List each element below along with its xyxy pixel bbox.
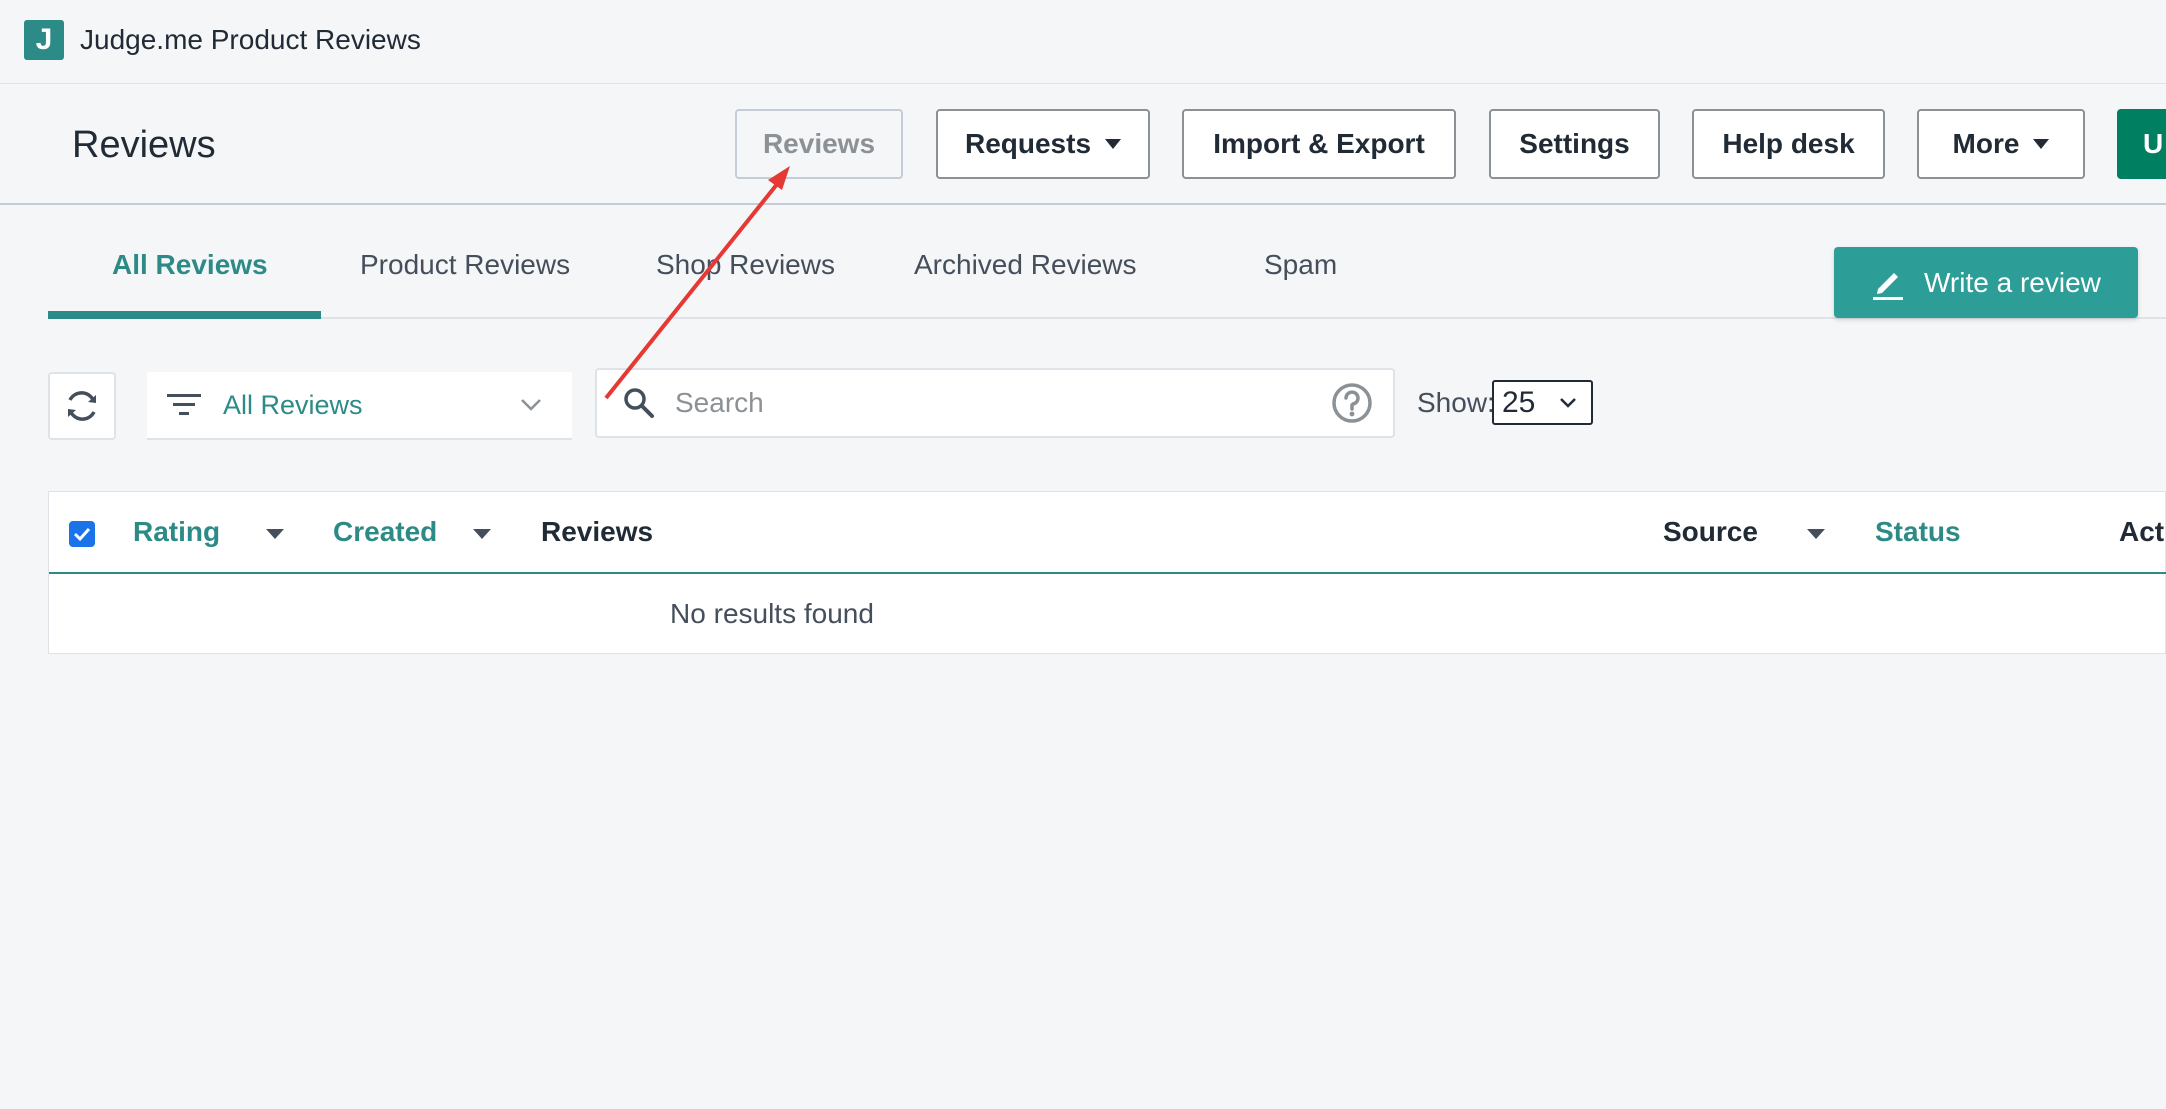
filter-icon	[167, 394, 201, 415]
tab-spam[interactable]: Spam	[1264, 249, 1337, 281]
tab-all-reviews[interactable]: All Reviews	[112, 249, 268, 281]
refresh-icon	[68, 391, 96, 421]
write-review-button[interactable]: Write a review	[1834, 247, 2138, 318]
help-desk-button-label: Help desk	[1722, 128, 1855, 159]
reviews-table: Rating Created Reviews Source Status Act…	[48, 491, 2166, 654]
more-button-label: More	[1952, 128, 2020, 159]
page-title: Reviews	[72, 124, 216, 166]
reviews-filter-select[interactable]: All Reviews	[147, 372, 572, 440]
settings-button[interactable]: Settings	[1489, 109, 1660, 179]
caret-down-icon	[2033, 139, 2050, 149]
help-icon[interactable]	[1331, 382, 1373, 424]
column-status[interactable]: Status	[1875, 516, 1961, 548]
write-review-label: Write a review	[1924, 266, 2101, 298]
chevron-down-icon	[521, 399, 541, 411]
pencil-icon	[1873, 272, 1903, 300]
requests-button-label: Requests	[964, 128, 1092, 159]
reviews-button[interactable]: Reviews	[735, 109, 903, 179]
page-header: Reviews Reviews Requests Import & Export…	[0, 84, 2166, 205]
help-desk-button[interactable]: Help desk	[1692, 109, 1885, 179]
tab-product-reviews[interactable]: Product Reviews	[360, 249, 570, 281]
column-reviews: Reviews	[541, 516, 654, 547]
select-all-checkbox[interactable]	[69, 521, 95, 547]
import-export-button-label: Import & Export	[1213, 128, 1425, 159]
column-actions: Acti	[2119, 516, 2166, 547]
app-title: Judge.me Product Reviews	[80, 24, 421, 55]
settings-button-label: Settings	[1519, 128, 1630, 159]
primary-action-button[interactable]: U	[2117, 109, 2166, 179]
active-tab-indicator	[48, 311, 321, 319]
tab-archived-reviews[interactable]: Archived Reviews	[914, 249, 1137, 281]
caret-down-icon	[1105, 139, 1122, 149]
search-box	[595, 368, 1395, 438]
search-icon	[624, 388, 654, 418]
caret-down-icon[interactable]	[266, 529, 284, 539]
column-source[interactable]: Source	[1663, 516, 1758, 548]
check-icon	[73, 527, 91, 542]
caret-down-icon[interactable]	[473, 529, 491, 539]
reviews-button-label: Reviews	[762, 128, 876, 159]
tab-shop-reviews[interactable]: Shop Reviews	[656, 249, 835, 281]
app-logo: J	[24, 20, 64, 60]
empty-state: No results found	[670, 598, 874, 629]
page-size-select[interactable]: 25	[1492, 380, 1593, 425]
import-export-button[interactable]: Import & Export	[1182, 109, 1456, 179]
column-created[interactable]: Created	[333, 516, 437, 548]
show-label: Show:	[1417, 387, 1495, 418]
more-button[interactable]: More	[1917, 109, 2085, 179]
app-window: J Judge.me Product Reviews Reviews Revie…	[0, 0, 2166, 1109]
primary-action-label: U	[2143, 128, 2164, 159]
table-header: Rating Created Reviews Source Status Act…	[49, 492, 2166, 574]
caret-down-icon[interactable]	[1807, 529, 1825, 539]
chevron-down-icon	[1560, 397, 1576, 408]
app-bar: J Judge.me Product Reviews	[0, 0, 2166, 84]
refresh-button[interactable]	[48, 372, 116, 440]
requests-button[interactable]: Requests	[936, 109, 1150, 179]
search-input[interactable]	[675, 387, 1331, 419]
column-rating[interactable]: Rating	[133, 516, 220, 548]
page-size-value: 25	[1502, 385, 1536, 419]
filter-value: All Reviews	[223, 389, 363, 420]
